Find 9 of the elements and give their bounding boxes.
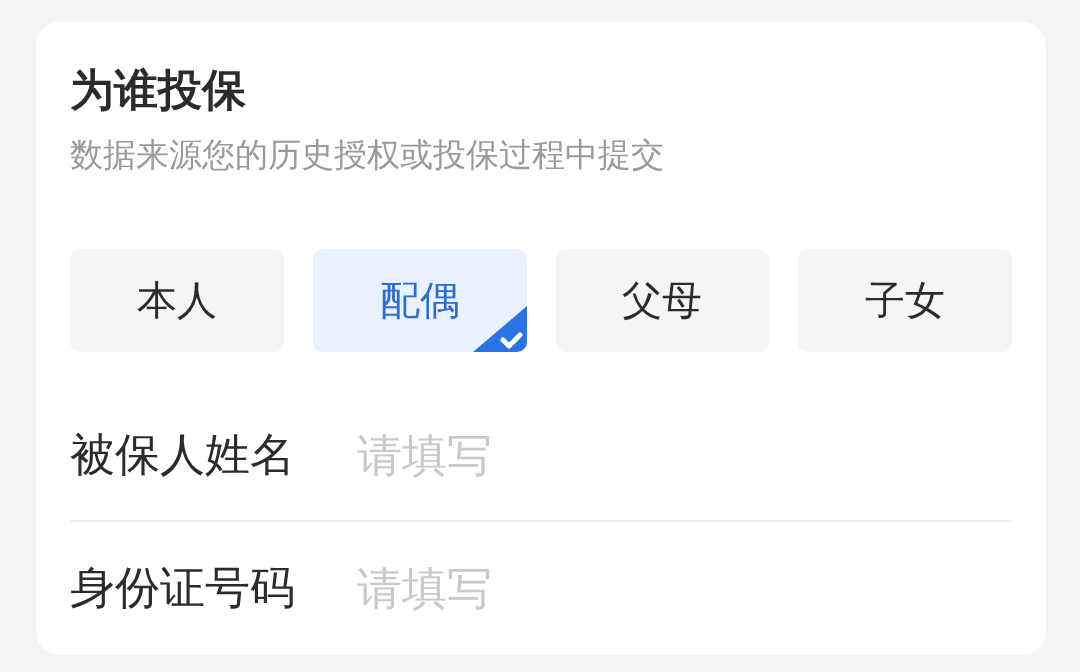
relation-option[interactable]: 子女 — [798, 249, 1012, 352]
card-subtitle: 数据来源您的历史授权或投保过程中提交 — [70, 135, 664, 175]
field-label: 身份证号码 — [70, 561, 295, 615]
check-badge-icon — [472, 306, 527, 352]
relation-option[interactable]: 配偶 — [312, 249, 527, 352]
field-label: 被保人姓名 — [70, 428, 295, 482]
relation-option[interactable]: 本人 — [70, 249, 284, 352]
card-title: 为谁投保 — [70, 64, 246, 116]
relation-option[interactable]: 父母 — [555, 249, 770, 352]
